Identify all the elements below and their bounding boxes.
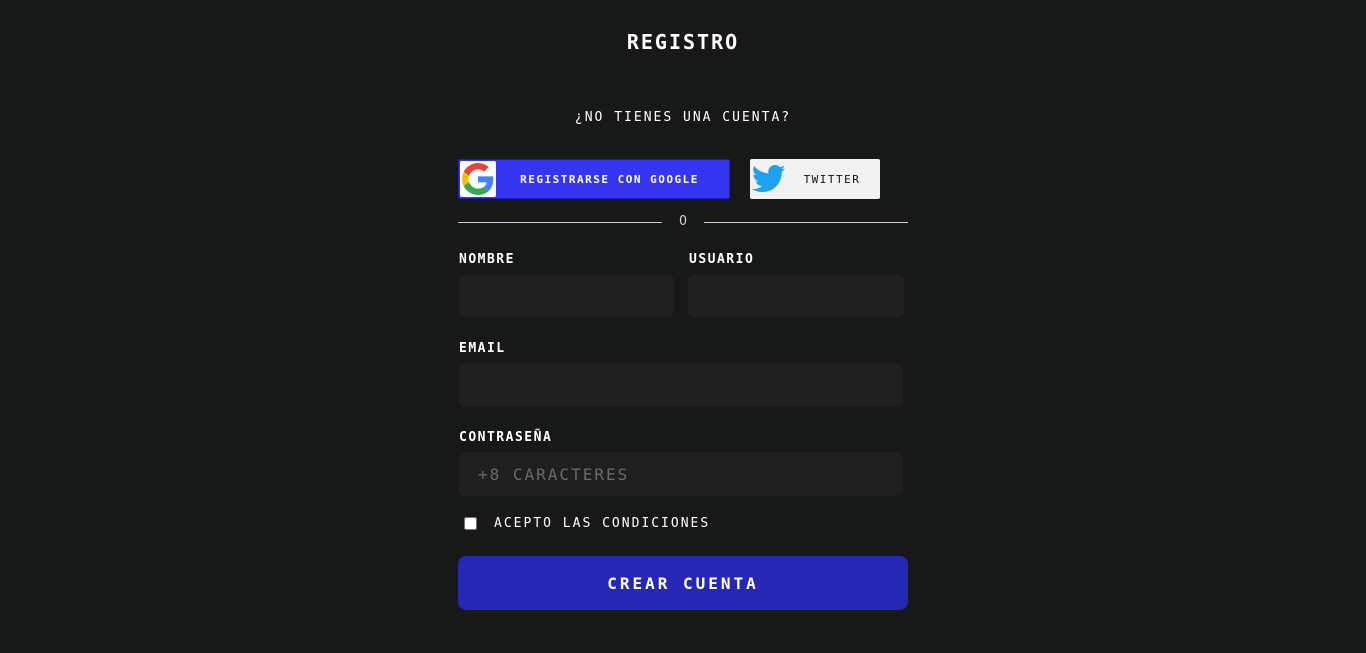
- divider-text: O: [679, 214, 687, 229]
- google-signup-label: REGISTRARSE CON GOOGLE: [520, 172, 699, 186]
- terms-label[interactable]: ACEPTO LAS CONDICIONES: [494, 516, 710, 531]
- page-title: REGISTRO: [626, 30, 740, 54]
- usuario-label: USUARIO: [689, 252, 755, 267]
- page-subtitle: ¿NO TIENES UNA CUENTA?: [574, 110, 792, 125]
- email-label: EMAIL: [459, 341, 506, 356]
- password-field[interactable]: [458, 452, 903, 496]
- twitter-icon: [750, 160, 788, 198]
- email-field[interactable]: [458, 363, 903, 407]
- usuario-field[interactable]: [688, 274, 904, 318]
- register-page: REGISTRO ¿NO TIENES UNA CUENTA? REGISTRA…: [0, 0, 1366, 653]
- google-signup-button[interactable]: REGISTRARSE CON GOOGLE: [458, 159, 730, 199]
- nombre-label: NOMBRE: [459, 252, 515, 267]
- terms-checkbox[interactable]: [464, 517, 477, 530]
- divider-line-right: [704, 222, 908, 223]
- divider-line-left: [458, 222, 662, 223]
- terms-row: ACEPTO LAS CONDICIONES: [464, 516, 710, 531]
- nombre-field[interactable]: [458, 274, 674, 318]
- password-label: CONTRASEÑA: [459, 430, 553, 445]
- or-divider: O: [458, 214, 908, 234]
- create-account-button[interactable]: CREAR CUENTA: [458, 556, 908, 610]
- twitter-signup-button[interactable]: TWITTER: [750, 159, 880, 199]
- google-icon: [460, 161, 496, 197]
- twitter-signup-label: TWITTER: [803, 172, 861, 186]
